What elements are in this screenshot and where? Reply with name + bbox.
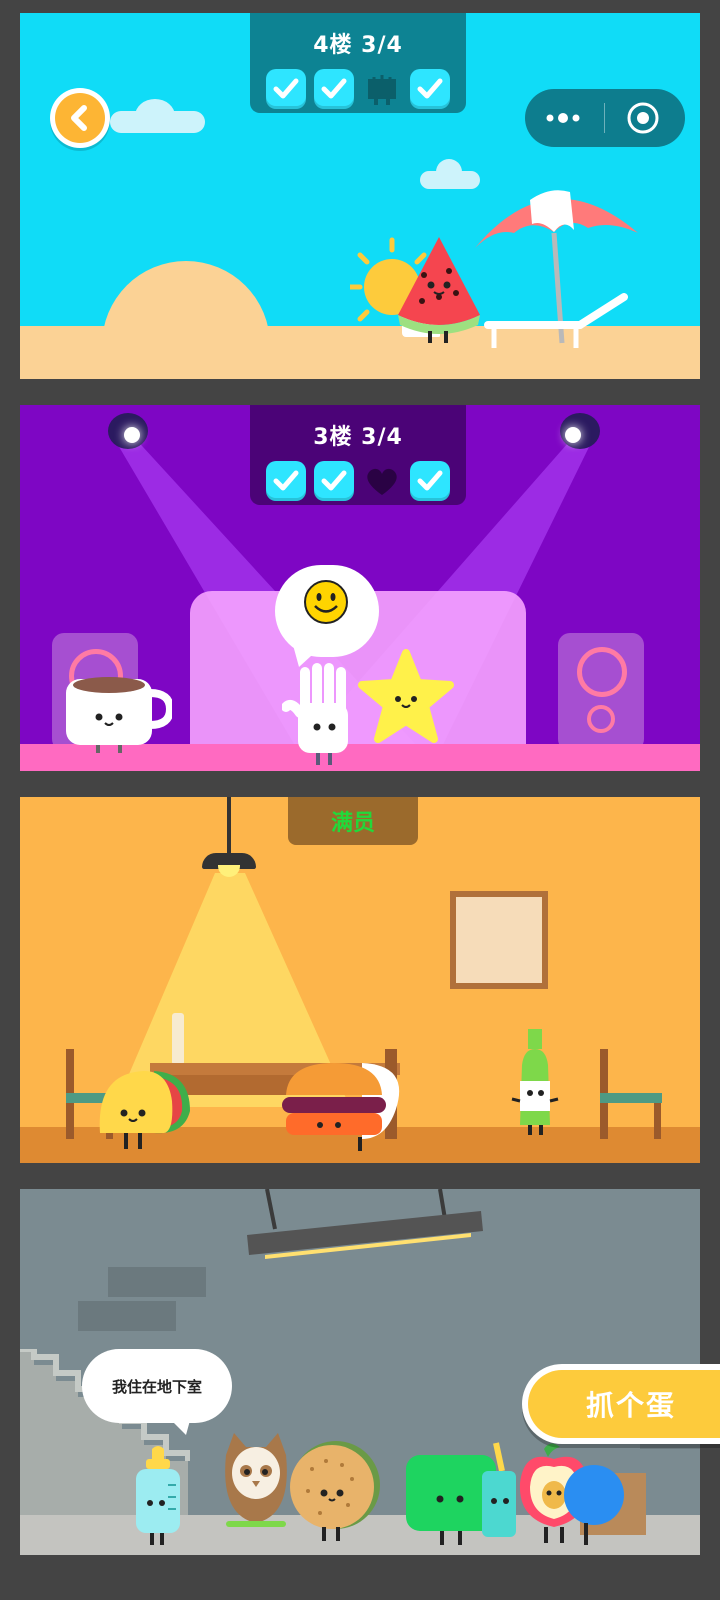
chevron-left-icon [55, 93, 105, 143]
floor-label-4: 4楼 3/4 [250, 13, 466, 113]
chair [600, 1049, 662, 1139]
stage-lamp-light [565, 427, 581, 443]
smile-emoji-icon [304, 580, 348, 624]
empty-slot-heart-icon [362, 461, 402, 501]
stage-lamp-light [124, 427, 140, 443]
cloud [110, 99, 205, 133]
check-icon [266, 461, 306, 501]
check-icon [314, 69, 354, 109]
check-icon [266, 69, 306, 109]
owl-character [225, 1433, 287, 1527]
floor-full-label: 满员 [330, 811, 375, 836]
floor-title: 4楼 3/4 [313, 33, 403, 58]
burger-character [282, 1063, 400, 1151]
check-icon [410, 69, 450, 109]
blue-ball-character [564, 1465, 624, 1545]
floor-2-dining[interactable]: 满员 [20, 797, 700, 1163]
hanging-lamp [247, 1189, 483, 1259]
grab-egg-button[interactable]: 抓个蛋 [522, 1364, 720, 1444]
speaker [558, 633, 644, 751]
mini-program-capsule [525, 89, 685, 147]
taco-character [99, 1071, 190, 1149]
target-icon [627, 102, 659, 134]
resident-slots [266, 461, 450, 501]
back-button[interactable] [50, 88, 110, 148]
baby-bottle-character [136, 1446, 180, 1545]
floor-title: 3楼 3/4 [313, 425, 403, 450]
floor-full-badge: 满员 [288, 797, 418, 845]
check-icon [410, 461, 450, 501]
wall-brick [78, 1301, 176, 1331]
more-dots-icon [546, 113, 580, 123]
empty-slot-silhouette-icon [362, 69, 402, 109]
ceiling-lamp-cord [227, 797, 231, 855]
bottle-character [511, 1029, 559, 1135]
cookie-character [290, 1441, 380, 1541]
star-character [358, 649, 454, 743]
close-program-button[interactable] [605, 89, 685, 147]
wall-brick [108, 1267, 206, 1297]
resident-slots [266, 69, 450, 109]
floor-3-stage[interactable]: 3楼 3/4 [20, 405, 700, 771]
grab-egg-label: 抓个蛋 [586, 1389, 677, 1422]
glove-character [282, 663, 348, 765]
speech-text: 我住在地下室 [111, 1377, 202, 1396]
check-icon [314, 461, 354, 501]
speech-bubble: 我住在地下室 [82, 1349, 232, 1435]
picture-frame [450, 891, 548, 989]
more-menu-button[interactable] [525, 89, 605, 147]
floor-label-3: 3楼 3/4 [250, 405, 466, 505]
beach-lounger [484, 293, 628, 348]
speech-bubble-emoji [275, 565, 379, 667]
floor-4-beach[interactable]: 4楼 3/4 [20, 13, 700, 379]
mug-character [66, 677, 172, 753]
